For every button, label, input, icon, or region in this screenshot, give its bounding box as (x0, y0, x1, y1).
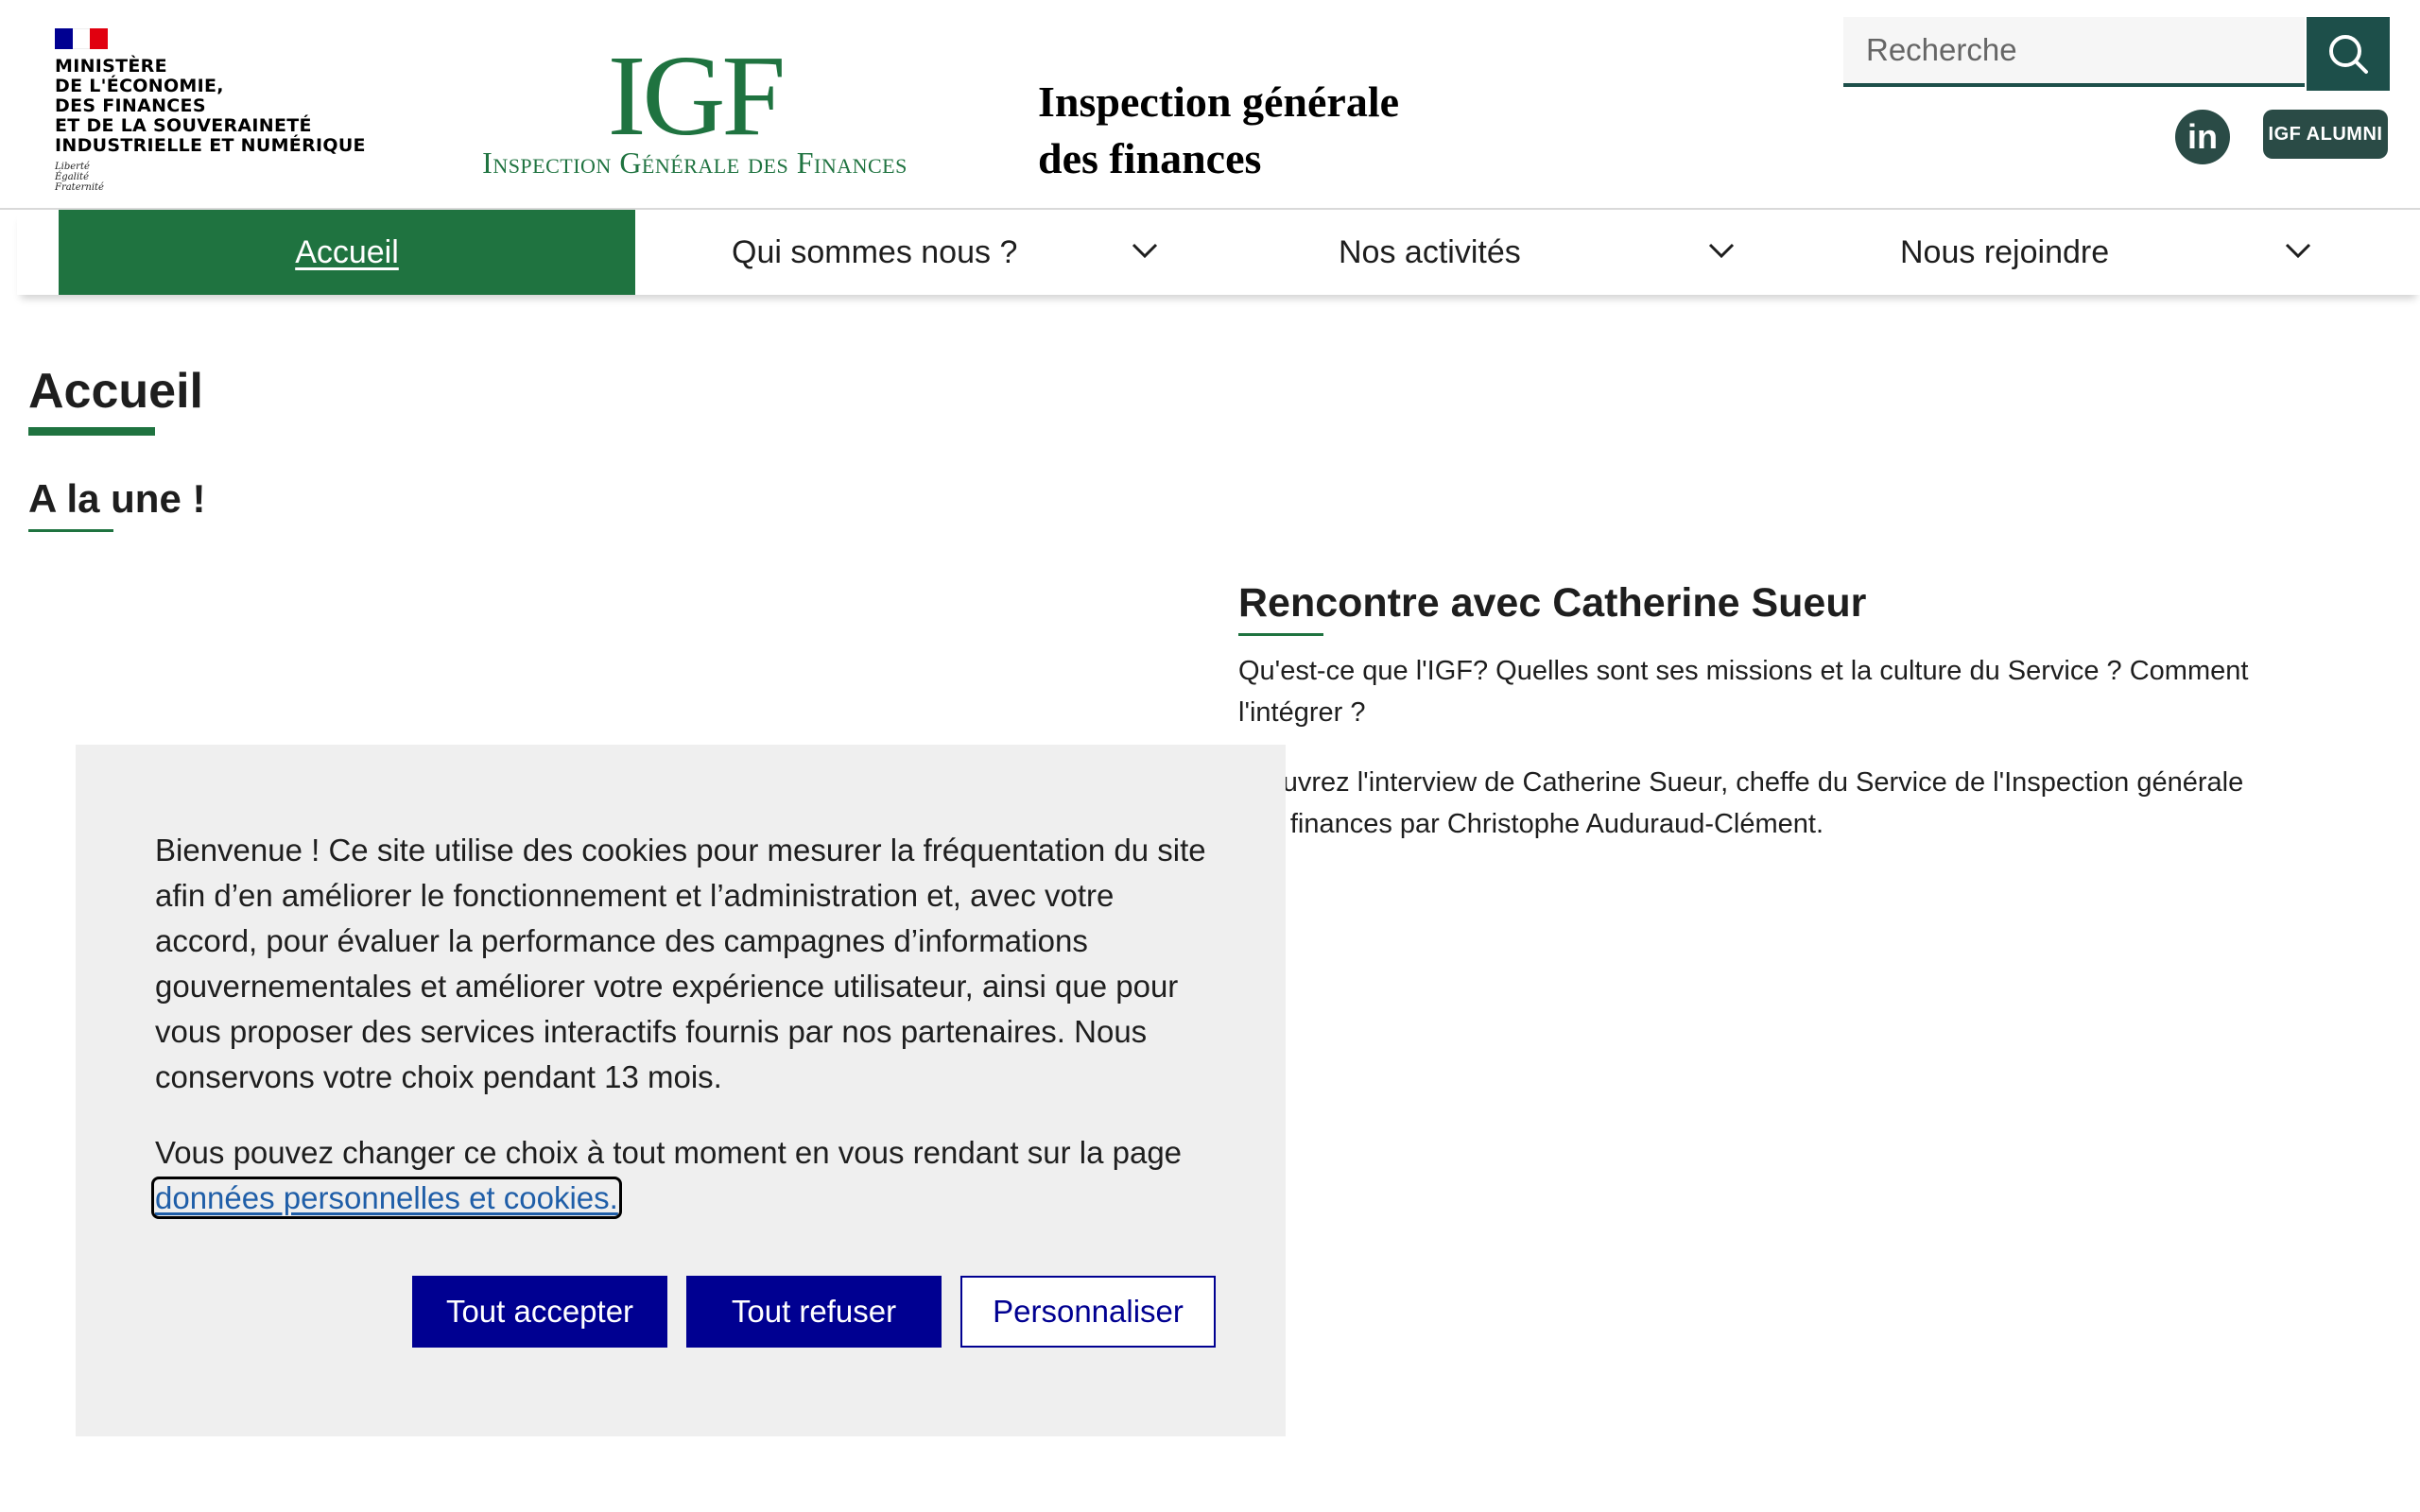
search-icon (2329, 35, 2368, 74)
ministry-line: DES FINANCES (55, 95, 206, 116)
igf-logo-subtitle: Inspection Générale des Finances (482, 146, 908, 180)
igf-logo[interactable]: IGF Inspection Générale des Finances (416, 32, 974, 180)
main-navigation: Accueil Qui sommes nous ? Nos activités … (17, 210, 2420, 295)
ministry-line: INDUSTRIELLE ET NUMÉRIQUE (55, 135, 366, 156)
personal-data-cookies-link[interactable]: données personnelles et cookies. (151, 1177, 622, 1219)
cookie-change-notice: Vous pouvez changer ce choix à tout mome… (151, 1130, 1214, 1221)
ministry-line: MINISTÈRE (55, 56, 167, 77)
igf-alumni-button[interactable]: IGF ALUMNI (2263, 110, 2388, 159)
ministry-line: DE L'ÉCONOMIE, (55, 76, 224, 96)
nav-item-label: Nous rejoindre (1900, 233, 2110, 270)
section-title: A la une ! (28, 476, 206, 521)
section-title-underline (28, 529, 113, 532)
chevron-down-icon (1708, 243, 1735, 259)
page-title: Accueil (28, 364, 203, 419)
cookie-consent-banner: Bienvenue ! Ce site utilise des cookies … (76, 745, 1286, 1436)
ministry-logo[interactable]: MINISTÈRE DE L'ÉCONOMIE, DES FINANCES ET… (55, 28, 376, 193)
search-button[interactable] (2307, 17, 2390, 91)
ministry-name: MINISTÈRE DE L'ÉCONOMIE, DES FINANCES ET… (55, 57, 376, 156)
motto-line: Liberté (55, 162, 90, 172)
customize-button[interactable]: Personnaliser (960, 1276, 1216, 1348)
linkedin-icon[interactable]: in (2175, 110, 2230, 164)
article-title-underline (1238, 633, 1323, 636)
nav-item-nous-rejoindre[interactable]: Nous rejoindre (1789, 210, 2365, 295)
site-title-line: Inspection générale (1038, 77, 1400, 126)
article-paragraph: Qu'est-ce que l'IGF? Quelles sont ses mi… (1238, 656, 2249, 728)
motto-line: Fraternité (55, 182, 104, 193)
ministry-line: ET DE LA SOUVERAINETÉ (55, 115, 312, 136)
refuse-all-button[interactable]: Tout refuser (686, 1276, 942, 1348)
nav-item-label: Nos activités (1339, 233, 1521, 270)
republic-motto: Liberté Égalité Fraternité (55, 162, 376, 193)
cookie-change-text: Vous pouvez changer ce choix à tout mome… (155, 1135, 1183, 1170)
accept-all-button[interactable]: Tout accepter (412, 1276, 667, 1348)
nav-item-label: Qui sommes nous ? (732, 233, 1018, 270)
marianne-flag-icon (55, 28, 109, 49)
chevron-down-icon (1132, 243, 1158, 259)
nav-item-nos-activites[interactable]: Nos activités (1212, 210, 1789, 295)
nav-item-qui-sommes-nous[interactable]: Qui sommes nous ? (635, 210, 1212, 295)
cookie-description: Bienvenue ! Ce site utilise des cookies … (155, 833, 1206, 1094)
motto-line: Égalité (55, 172, 89, 182)
site-title-line: des finances (1038, 134, 1262, 182)
search-input[interactable] (1843, 17, 2305, 87)
search-bar (1843, 17, 2390, 91)
article-paragraph: écouvrez l'interview de Catherine Sueur,… (1238, 767, 2244, 839)
igf-logo-text: IGF (607, 32, 786, 160)
nav-item-label: Accueil (295, 233, 399, 270)
site-header: MINISTÈRE DE L'ÉCONOMIE, DES FINANCES ET… (0, 0, 2420, 210)
page-title-underline (28, 427, 155, 436)
article-title[interactable]: Rencontre avec Catherine Sueur (1238, 576, 1866, 629)
nav-item-accueil[interactable]: Accueil (59, 210, 635, 295)
site-title[interactable]: Inspection générale des finances (1038, 74, 1399, 187)
chevron-down-icon (2285, 243, 2311, 259)
